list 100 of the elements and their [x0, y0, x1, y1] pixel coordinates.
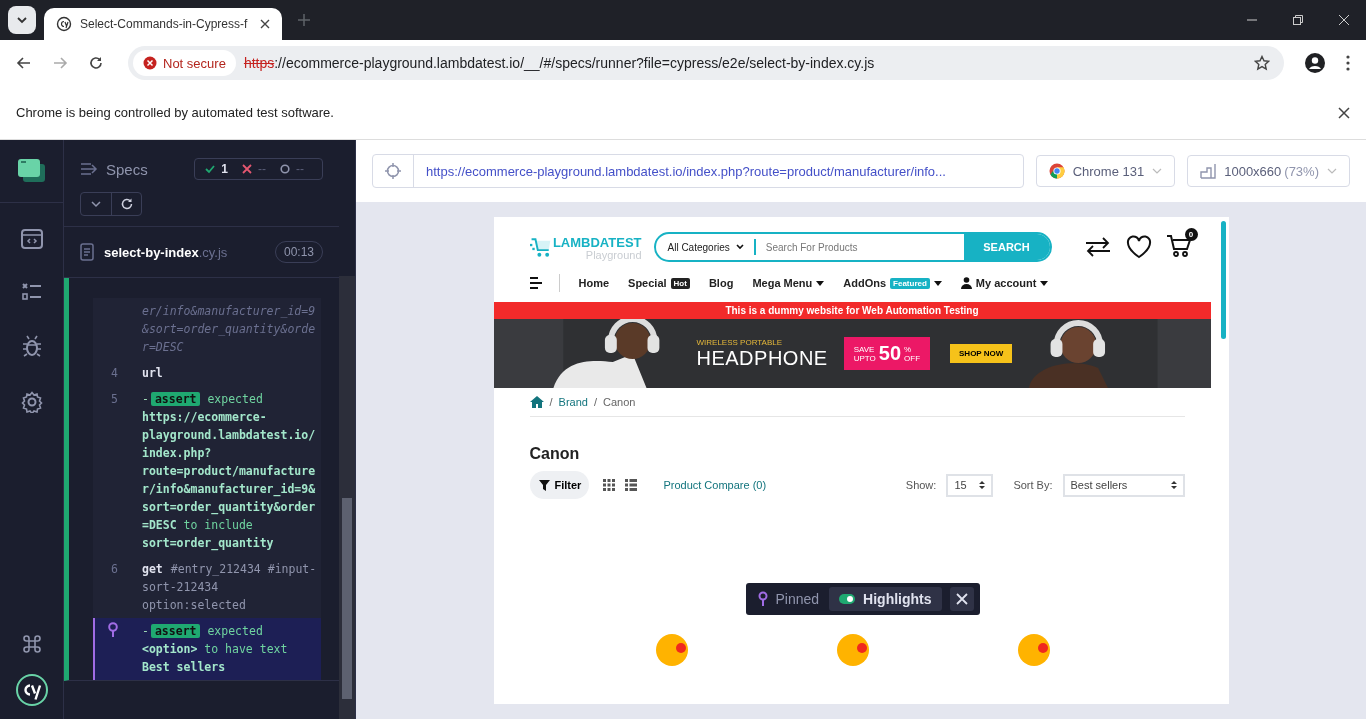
check-icon	[205, 164, 216, 174]
nav-link[interactable]: My account	[960, 277, 1049, 289]
compare-arrows-icon[interactable]	[1083, 237, 1112, 257]
cart-count-badge: 0	[1184, 228, 1198, 241]
breadcrumb-link[interactable]: Brand	[558, 396, 588, 408]
sort-caret-icon	[979, 480, 986, 490]
show-select[interactable]: 15	[946, 473, 994, 497]
close-icon[interactable]	[260, 19, 270, 29]
back-icon[interactable]	[16, 55, 32, 71]
line-number: 4	[111, 366, 118, 380]
chevron-down-icon	[16, 14, 28, 26]
profile-icon[interactable]	[1304, 52, 1326, 74]
file-icon	[80, 243, 94, 261]
command-row[interactable]: 4 url	[93, 360, 321, 386]
code-window-icon[interactable]	[20, 229, 43, 249]
line-number: 5	[111, 392, 118, 406]
command-text: url	[142, 365, 164, 382]
viewport-select[interactable]: 1000x660 (73%)	[1187, 155, 1350, 187]
automation-notice: Chrome is being controlled by automated test software.	[16, 105, 334, 120]
failed-count: --	[258, 162, 266, 176]
address-bar[interactable]: Not secure https://ecommerce-playground.lambdatest.io/__/#/specs/runner?file=cypress/e2e/select-by-index.cy.js	[128, 46, 1284, 80]
command-row[interactable]: 5 - assert expected https://ecommerce-playground.lambdatest.io/index.php?route=product/manufacturer/info&manufacturer_id=9&sort=order_quantity&order=DESC to include sort=order_quantity	[93, 386, 321, 556]
bookmark-star-icon[interactable]	[1254, 55, 1270, 71]
cart-icon[interactable]	[1165, 233, 1192, 259]
show-label: Show:	[905, 479, 937, 491]
product-compare-link[interactable]: Product Compare (0)	[663, 479, 767, 491]
pending-count: --	[296, 162, 304, 176]
bug-icon[interactable]	[21, 335, 42, 357]
home-icon[interactable]	[529, 396, 544, 408]
breadcrumb-separator: /	[593, 396, 597, 408]
loader-icon	[1017, 633, 1051, 667]
banner-kicker: WIRELESS PORTABLE	[696, 337, 783, 347]
pin-icon	[757, 591, 768, 607]
preview-url: https://ecommerce-playground.lambdatest.io/index.php?route=product/manufacturer/info...	[425, 163, 946, 179]
browser-tab[interactable]: Select-Commands-in-Cypress-f	[44, 8, 282, 40]
sort-select[interactable]: Best sellers	[1062, 473, 1185, 497]
specs-title: Specs	[106, 160, 149, 178]
cypress-logo-icon[interactable]	[14, 673, 49, 707]
collapse-icon[interactable]	[80, 162, 98, 176]
heart-icon[interactable]	[1125, 235, 1152, 259]
scrollbar[interactable]	[339, 276, 355, 719]
pin-icon	[107, 622, 119, 638]
browser-select[interactable]: Chrome 131	[1035, 155, 1176, 187]
breadcrumb-link[interactable]: Canon	[603, 396, 636, 408]
nav-link[interactable]: Blog	[708, 277, 734, 289]
assertion-message: - assert expected https://ecommerce-playground.lambdatest.io/index.php?route=product/manufacturer/info&manufacturer_id=9&sort=order_quantity&order=DESC to include sort=order_quantity	[142, 391, 317, 552]
caret-icon	[735, 244, 744, 250]
shop-now-button[interactable]: SHOP NOW	[950, 344, 1013, 363]
close-icon	[955, 593, 968, 605]
menu-icon[interactable]	[1346, 55, 1350, 71]
nav-link[interactable]: Special Hot	[628, 277, 690, 289]
settings-icon[interactable]	[20, 391, 43, 413]
breadcrumb-separator: /	[549, 396, 553, 408]
list-view-icon[interactable]	[625, 479, 638, 491]
viewport-icon	[1200, 163, 1217, 179]
cross-icon	[242, 164, 252, 174]
new-tab-icon[interactable]	[298, 14, 310, 26]
command-text: get #entry_212434 #input-sort-212434 option:selected	[142, 561, 318, 614]
command-message: er/info&manufacturer_id=9&sort=order_quantity&order=DESC	[142, 303, 317, 356]
notice-bar: This is a dummy website for Web Automation Testing	[493, 302, 1211, 319]
app-logo-icon[interactable]	[16, 158, 47, 184]
caret-icon	[1040, 280, 1049, 286]
loader-icon	[836, 633, 870, 667]
command-row[interactable]: 6 get #entry_212434 #input-sort-212434 option:selected	[93, 556, 321, 618]
grid-view-icon[interactable]	[603, 479, 616, 491]
menu-icon[interactable]	[529, 277, 544, 289]
crosshair-icon[interactable]	[385, 163, 401, 179]
tab-search-button[interactable]	[8, 6, 36, 34]
pinned-label: Pinned	[775, 591, 820, 607]
pending-icon	[280, 164, 290, 174]
preview-url-field[interactable]: https://ecommerce-playground.lambdatest.io/index.php?route=product/manufacturer/info...	[372, 154, 1024, 188]
chrome-logo-icon	[1048, 163, 1065, 179]
category-heading: Canon	[529, 445, 581, 463]
close-button[interactable]	[949, 587, 974, 611]
security-chip[interactable]: Not secure	[133, 50, 236, 76]
cypress-logo-icon	[56, 16, 72, 32]
user-icon	[960, 277, 972, 289]
address-url: https://ecommerce-playground.lambdatest.io/__/#/specs/runner?file=cypress/e2e/select-by-index.cy.js	[243, 55, 876, 71]
close-icon[interactable]	[1338, 106, 1350, 119]
reload-icon	[120, 198, 133, 210]
security-label: Not secure	[163, 55, 226, 71]
error-icon	[143, 56, 157, 70]
sort-caret-icon	[1170, 480, 1177, 490]
nav-link[interactable]: Mega Menu	[752, 277, 825, 289]
nav-link[interactable]: Home	[578, 277, 610, 289]
filter-icon	[538, 479, 550, 491]
reload-icon[interactable]	[88, 55, 104, 71]
checklist-icon[interactable]	[21, 283, 42, 301]
banner-headline: HEADPHONE	[696, 346, 828, 370]
line-number: 6	[111, 562, 118, 576]
chevron-down-icon	[1152, 166, 1163, 176]
highlights-toggle[interactable]: Highlights	[829, 587, 942, 611]
pinned-command-row[interactable]: - assert expected <option> to have text Best sellers	[93, 618, 321, 680]
assertion-message: - assert expected <option> to have text Best sellers	[142, 623, 289, 676]
filter-button[interactable]: Filter	[529, 471, 590, 499]
nav-link[interactable]: AddOns Featured	[843, 277, 942, 289]
caret-icon	[816, 280, 825, 286]
passed-count: 1	[221, 162, 228, 176]
restore-icon[interactable]	[1292, 14, 1304, 26]
command-key-icon[interactable]	[22, 635, 41, 653]
